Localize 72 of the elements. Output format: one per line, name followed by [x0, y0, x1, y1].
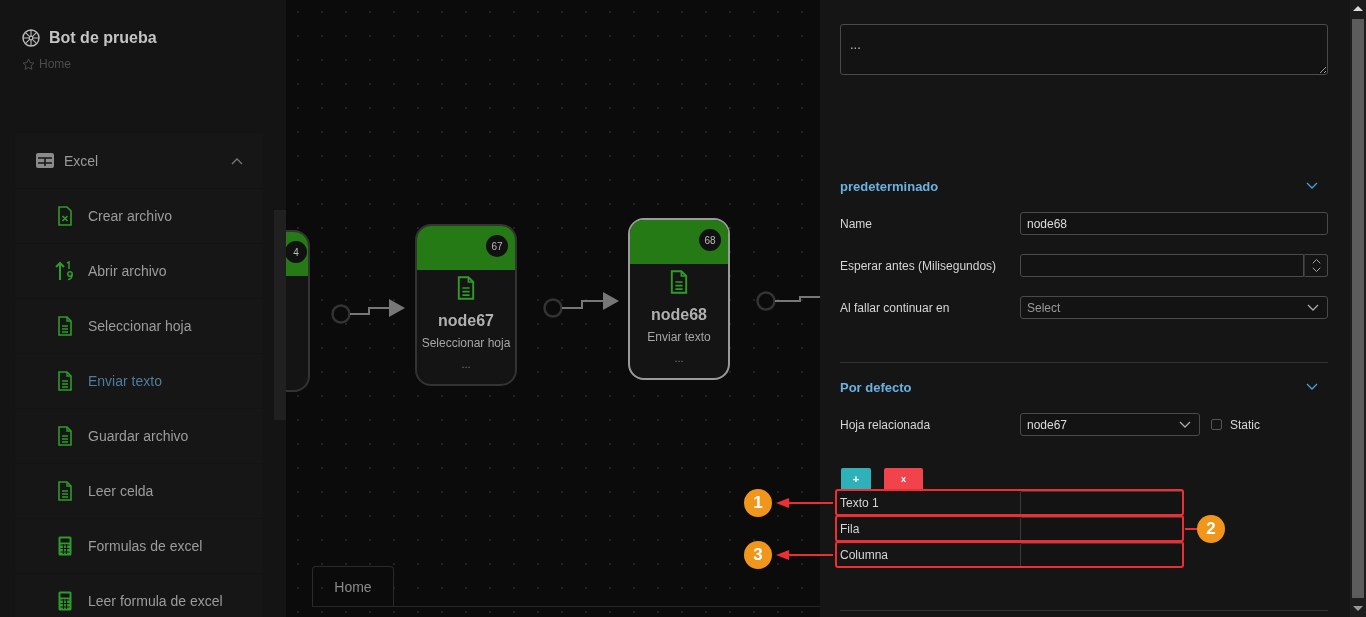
param-label: Columna — [839, 546, 890, 564]
menu-item[interactable]: Seleccionar hoja — [15, 298, 263, 353]
field-label: Hoja relacionada — [840, 417, 932, 432]
menu-item[interactable]: Leer formula de excel — [15, 573, 263, 617]
checkbox[interactable] — [1211, 419, 1222, 430]
checkbox-label: Static — [1230, 417, 1260, 432]
select-field[interactable]: Select — [1020, 296, 1328, 319]
field-label: Esperar antes (Milisegundos) — [840, 258, 998, 273]
menu-item[interactable]: Formulas de excel — [15, 518, 263, 573]
section-header[interactable]: predeterminado — [840, 174, 1328, 198]
menu-group-header[interactable]: Excel — [15, 133, 263, 188]
param-label: Texto 1 — [839, 494, 880, 512]
menu-item[interactable]: Guardar archivo — [15, 408, 263, 463]
node-title: node68 — [651, 306, 707, 324]
menu-item[interactable]: Enviar texto — [15, 353, 263, 408]
spinner-button[interactable] — [1304, 254, 1328, 277]
app-title: Bot de prueba — [49, 28, 157, 48]
text-field[interactable]: node68 — [1020, 212, 1328, 235]
flow-node[interactable]: 68 node68 Enviar texto ... — [628, 218, 730, 380]
connector-arrow — [561, 292, 619, 310]
flow-node[interactable]: 67 node67 Seleccionar hoja ... — [415, 224, 517, 386]
menu-item[interactable]: Crear archivo — [15, 188, 263, 243]
field-label: Al fallar continuar en — [840, 300, 951, 315]
chevron-icon[interactable] — [1306, 383, 1318, 391]
scroll-up-icon[interactable] — [1353, 5, 1363, 11]
select-field[interactable]: node67 — [1020, 413, 1200, 436]
number-field[interactable] — [1020, 254, 1304, 277]
node-number-badge: 4 — [286, 241, 307, 263]
tab[interactable]: Home — [312, 566, 394, 606]
document-icon — [670, 270, 688, 294]
table-icon — [36, 153, 54, 168]
node-more-text: ... — [461, 358, 471, 370]
document-icon — [457, 276, 475, 300]
calculator-icon — [58, 591, 72, 611]
callout-badge: 2 — [1197, 514, 1225, 543]
chevron-icon[interactable] — [1307, 303, 1319, 312]
node-number-badge: 68 — [699, 229, 721, 251]
scrollbar-thumb[interactable] — [274, 210, 286, 420]
flow-node[interactable]: 4 — [286, 230, 310, 392]
param-label: Fila — [839, 520, 861, 538]
field-label: Name — [840, 216, 873, 231]
scroll-down-icon[interactable] — [1353, 606, 1363, 612]
document-icon — [58, 371, 72, 391]
param-input-field[interactable] — [1020, 517, 1183, 542]
scrollbar-thumb[interactable] — [1352, 19, 1364, 598]
calculator-icon — [58, 536, 72, 556]
sort-icon — [55, 261, 75, 281]
chevron-down-icon[interactable] — [1311, 265, 1321, 274]
connector-line — [774, 296, 820, 302]
chevron-up-icon[interactable] — [1311, 257, 1321, 266]
star-icon — [22, 57, 35, 71]
chevron-icon[interactable] — [231, 156, 243, 165]
node-action: Seleccionar hoja — [421, 336, 511, 350]
wheel-icon — [22, 29, 40, 47]
remove-button[interactable]: x — [884, 468, 923, 489]
menu-item[interactable]: Leer celda — [15, 463, 263, 518]
node-number-badge: 67 — [486, 235, 508, 257]
document-icon — [58, 426, 72, 446]
section-header[interactable]: Por defecto — [840, 375, 1328, 399]
node-title: node67 — [438, 312, 494, 330]
param-input-field[interactable] — [1020, 543, 1183, 568]
node-more-text: ... — [674, 352, 684, 364]
document-icon — [58, 316, 72, 336]
document-icon — [58, 481, 72, 501]
description-field[interactable]: ... — [840, 24, 1328, 75]
node-action: Enviar texto — [647, 330, 711, 344]
menu-item[interactable]: Abrir archivo — [15, 243, 263, 298]
chevron-icon[interactable] — [1306, 182, 1318, 190]
connector-arrow — [349, 299, 405, 317]
spreadsheet-file-icon — [58, 206, 72, 226]
param-input-field[interactable] — [1020, 491, 1183, 516]
chevron-icon[interactable] — [1179, 420, 1191, 429]
